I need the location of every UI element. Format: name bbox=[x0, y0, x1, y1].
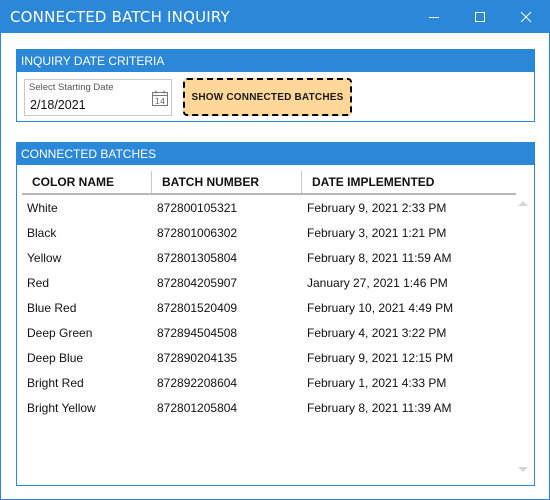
batch-number-cell: 872801006302 bbox=[157, 226, 238, 240]
app-window: CONNECTED BATCH INQUIRY INQUIRY DATE CRI… bbox=[0, 0, 550, 500]
table-row[interactable]: Deep Green 872894504508 February 4, 2021 3… bbox=[22, 321, 516, 346]
color-name-cell: Yellow bbox=[27, 251, 62, 265]
start-date-picker[interactable]: Select Starting Date 2/18/2021 14 bbox=[24, 79, 172, 116]
minimize-icon bbox=[429, 17, 439, 18]
maximize-icon bbox=[475, 12, 485, 22]
batch-number-cell: 872801520409 bbox=[157, 301, 238, 315]
minimize-button[interactable] bbox=[411, 1, 457, 33]
date-implemented-cell: February 4, 2021 3:22 PM bbox=[307, 326, 447, 340]
color-name-cell: Deep Blue bbox=[27, 351, 84, 365]
date-implemented-cell: February 3, 2021 1:21 PM bbox=[307, 226, 447, 240]
maximize-button[interactable] bbox=[457, 1, 503, 33]
batch-number-cell: 872801305804 bbox=[157, 251, 238, 265]
scroll-down-arrow-icon[interactable] bbox=[517, 465, 529, 475]
column-header-color-name[interactable]: COLOR NAME bbox=[22, 171, 152, 193]
color-name-cell: Blue Red bbox=[27, 301, 77, 315]
inquiry-criteria-group: INQUIRY DATE CRITERIA Select Starting Da… bbox=[16, 49, 535, 122]
date-implemented-cell: February 8, 2021 11:39 AM bbox=[307, 401, 452, 415]
batch-number-cell: 872894504508 bbox=[157, 326, 238, 340]
table-row[interactable]: Blue Red 872801520409 February 10, 2021 4:… bbox=[22, 296, 516, 321]
color-name-cell: Bright Red bbox=[27, 376, 84, 390]
batch-number-cell: 872804205907 bbox=[157, 276, 238, 290]
table-row[interactable]: Deep Blue 872890204135 February 9, 2021 12… bbox=[22, 346, 516, 371]
start-date-value[interactable]: 2/18/2021 bbox=[30, 98, 86, 112]
window-title: CONNECTED BATCH INQUIRY bbox=[10, 8, 230, 26]
batch-number-cell: 872800105321 bbox=[157, 201, 238, 215]
date-implemented-cell: February 8, 2021 11:59 AM bbox=[307, 251, 452, 265]
inquiry-criteria-header: INQUIRY DATE CRITERIA bbox=[17, 50, 534, 72]
color-name-cell: Bright Yellow bbox=[27, 401, 96, 415]
color-name-cell: Red bbox=[27, 276, 50, 290]
table-row[interactable]: Red 872804205907 January 27, 2021 1:46 PM bbox=[22, 271, 516, 296]
date-implemented-cell: February 1, 2021 4:33 PM bbox=[307, 376, 447, 390]
scroll-up-arrow-icon[interactable] bbox=[517, 198, 529, 208]
batches-grid-header: COLOR NAME BATCH NUMBER DATE IMPLEMENTED bbox=[22, 171, 516, 195]
column-header-date-implemented[interactable]: DATE IMPLEMENTED bbox=[302, 171, 516, 193]
color-name-cell: Deep Green bbox=[27, 326, 93, 340]
color-name-cell: White bbox=[27, 201, 58, 215]
date-implemented-cell: February 9, 2021 2:33 PM bbox=[307, 201, 447, 215]
connected-batches-group: CONNECTED BATCHES COLOR NAME BATCH NUMBE… bbox=[16, 142, 535, 486]
date-implemented-cell: January 27, 2021 1:46 PM bbox=[307, 276, 448, 290]
close-button[interactable] bbox=[503, 1, 549, 33]
column-header-batch-number[interactable]: BATCH NUMBER bbox=[152, 171, 302, 193]
color-name-cell: Black bbox=[27, 226, 57, 240]
show-connected-batches-button[interactable]: SHOW CONNECTED BATCHES bbox=[183, 78, 352, 116]
date-implemented-cell: February 10, 2021 4:49 PM bbox=[307, 301, 454, 315]
table-row[interactable]: White 872800105321 February 9, 2021 2:33 P… bbox=[22, 196, 516, 221]
date-implemented-cell: February 9, 2021 12:15 PM bbox=[307, 351, 454, 365]
start-date-label: Select Starting Date bbox=[29, 82, 114, 93]
batch-number-cell: 872801205804 bbox=[157, 401, 238, 415]
batches-grid-rows: White 872800105321 February 9, 2021 2:33 P… bbox=[22, 196, 516, 421]
batch-number-cell: 872890204135 bbox=[157, 351, 238, 365]
batch-number-cell: 872892208604 bbox=[157, 376, 238, 390]
calendar-icon-day: 14 bbox=[155, 97, 165, 106]
table-row[interactable]: Yellow 872801305804 February 8, 2021 11:59… bbox=[22, 246, 516, 271]
calendar-icon[interactable]: 14 bbox=[152, 90, 168, 106]
connected-batches-header: CONNECTED BATCHES bbox=[17, 143, 534, 165]
table-row[interactable]: Bright Yellow 872801205804 February 8, 202… bbox=[22, 396, 516, 421]
title-bar[interactable]: CONNECTED BATCH INQUIRY bbox=[1, 1, 549, 33]
table-row[interactable]: Black 872801006302 February 3, 2021 1:21 P… bbox=[22, 221, 516, 246]
table-row[interactable]: Bright Red 872892208604 February 1, 2021 4… bbox=[22, 371, 516, 396]
close-icon bbox=[520, 11, 532, 23]
